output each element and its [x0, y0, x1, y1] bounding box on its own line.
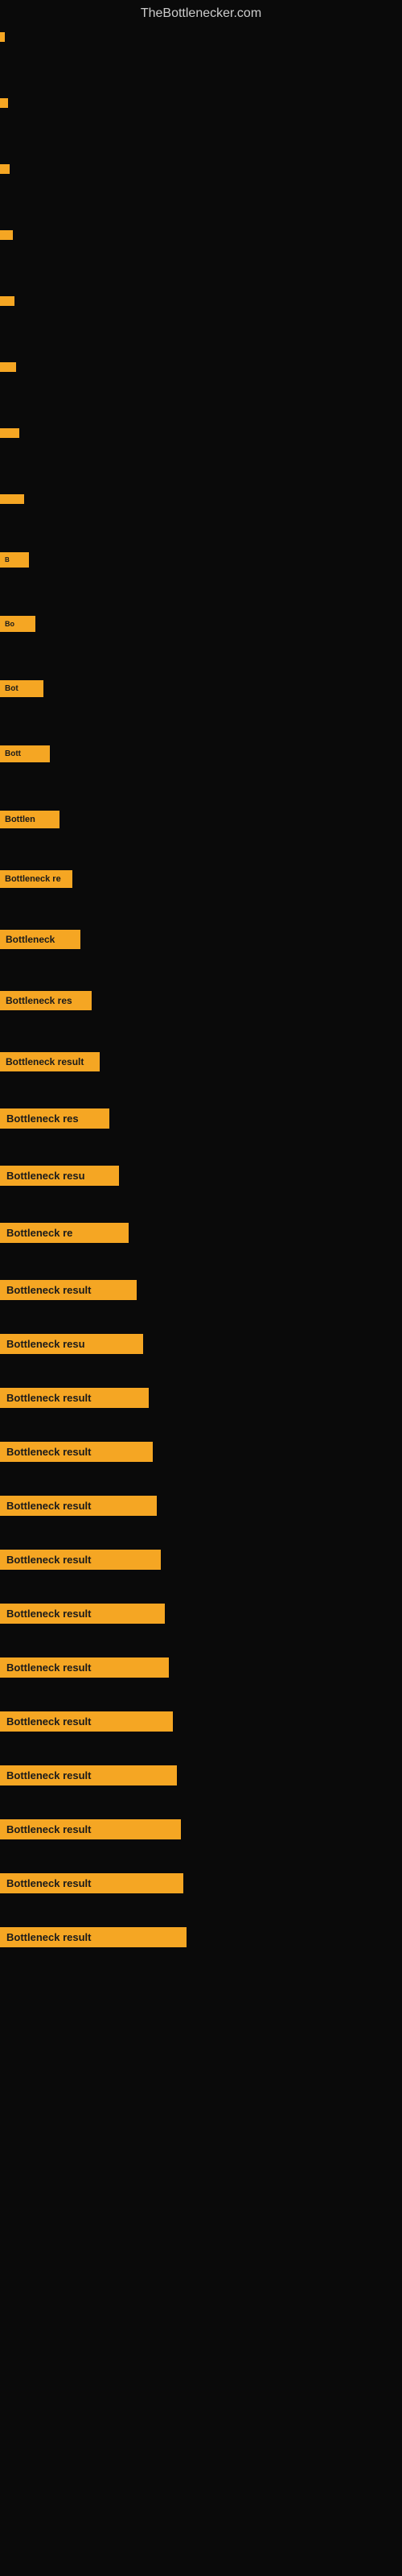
- list-item: [0, 98, 402, 108]
- bottleneck-label: Bottleneck result: [0, 1280, 137, 1300]
- bottleneck-label: Bottleneck resu: [0, 1334, 143, 1354]
- bottleneck-label: Bottleneck result: [0, 1873, 183, 1893]
- bottleneck-label: Bottleneck res: [0, 1108, 109, 1129]
- bottleneck-label: Bottleneck re: [0, 1223, 129, 1243]
- bottleneck-label: Bottleneck re: [0, 870, 72, 888]
- list-item: Bottleneck re: [0, 1223, 402, 1243]
- list-item: Bottleneck result: [0, 1657, 402, 1678]
- list-item: [0, 32, 402, 42]
- bottleneck-label: B: [0, 552, 29, 568]
- list-item: Bottleneck result: [0, 1388, 402, 1408]
- list-item: Bottleneck res: [0, 1108, 402, 1129]
- list-item: Bottleneck result: [0, 1052, 402, 1071]
- bottleneck-label: Bottleneck result: [0, 1442, 153, 1462]
- list-item: Bo: [0, 616, 402, 632]
- list-item: Bottleneck result: [0, 1604, 402, 1624]
- bottleneck-label: Bot: [0, 680, 43, 697]
- bottleneck-label: Bottleneck result: [0, 1657, 169, 1678]
- list-item: Bottleneck: [0, 930, 402, 949]
- bottleneck-label: Bottleneck result: [0, 1388, 149, 1408]
- list-item: Bottleneck result: [0, 1550, 402, 1570]
- bottleneck-label: Bottleneck result: [0, 1819, 181, 1839]
- list-item: Bottlen: [0, 811, 402, 828]
- list-item: [0, 428, 402, 438]
- list-item: [0, 494, 402, 504]
- bottleneck-label: Bottleneck result: [0, 1496, 157, 1516]
- list-item: [0, 230, 402, 240]
- list-item: Bott: [0, 745, 402, 762]
- bottleneck-label: Bottlen: [0, 811, 59, 828]
- main-container: B Bo Bot Bott Bottlen Bottleneck re Bottleneck…: [0, 24, 402, 1989]
- list-item: B: [0, 552, 402, 568]
- bottleneck-label: [0, 494, 24, 504]
- list-item: Bottleneck result: [0, 1711, 402, 1732]
- bottleneck-label: [0, 98, 8, 108]
- bottleneck-label: [0, 296, 14, 306]
- list-item: [0, 164, 402, 174]
- bottleneck-label: [0, 32, 5, 42]
- list-item: [0, 362, 402, 372]
- list-item: Bottleneck resu: [0, 1334, 402, 1354]
- bottleneck-label: Bottleneck: [0, 930, 80, 949]
- bottleneck-label: Bottleneck result: [0, 1052, 100, 1071]
- list-item: Bottleneck result: [0, 1765, 402, 1785]
- bottleneck-label: Bottleneck res: [0, 991, 92, 1010]
- bottleneck-label: [0, 362, 16, 372]
- bottleneck-label: Bott: [0, 745, 50, 762]
- list-item: [0, 296, 402, 306]
- bottleneck-label: Bottleneck resu: [0, 1166, 119, 1186]
- site-title: TheBottlenecker.com: [0, 0, 402, 24]
- list-item: Bottleneck result: [0, 1496, 402, 1516]
- list-item: Bot: [0, 680, 402, 697]
- bottleneck-label: [0, 428, 19, 438]
- list-item: Bottleneck result: [0, 1442, 402, 1462]
- bottleneck-label: Bottleneck result: [0, 1604, 165, 1624]
- bottleneck-label: Bottleneck result: [0, 1711, 173, 1732]
- bottleneck-label: [0, 230, 13, 240]
- list-item: Bottleneck result: [0, 1927, 402, 1947]
- list-item: Bottleneck result: [0, 1819, 402, 1839]
- list-item: Bottleneck resu: [0, 1166, 402, 1186]
- bottleneck-label: Bottleneck result: [0, 1550, 161, 1570]
- bottleneck-label: Bottleneck result: [0, 1927, 187, 1947]
- bottleneck-label: Bottleneck result: [0, 1765, 177, 1785]
- list-item: Bottleneck re: [0, 870, 402, 888]
- bottleneck-label: Bo: [0, 616, 35, 632]
- list-item: Bottleneck result: [0, 1280, 402, 1300]
- list-item: Bottleneck res: [0, 991, 402, 1010]
- list-item: Bottleneck result: [0, 1873, 402, 1893]
- bottleneck-label: [0, 164, 10, 174]
